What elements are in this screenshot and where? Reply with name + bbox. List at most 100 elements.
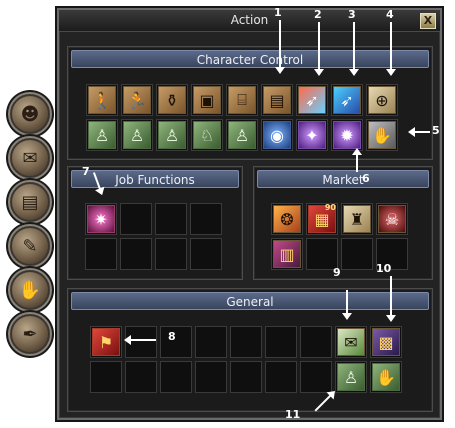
- arrow-8: [124, 335, 156, 345]
- skills-tab-icon: ▤: [21, 191, 39, 213]
- job-slot-5[interactable]: [85, 238, 117, 270]
- purple-gem-slot[interactable]: ✦: [296, 119, 328, 151]
- chest-slot[interactable]: ▣: [191, 84, 223, 116]
- general-slot-9[interactable]: ▩: [370, 326, 402, 358]
- map-scroll-slot[interactable]: ▤: [261, 84, 293, 116]
- character-control-panel: Character Control 🚶 🏃 ⚱ ▣ ⌸ ▤ ➶ ➶ ⊕ ♙ ♙ …: [67, 46, 433, 160]
- job-slot-8[interactable]: [190, 238, 222, 270]
- market-slot-5[interactable]: ▥: [271, 238, 303, 270]
- arrow-10: [386, 276, 396, 322]
- market-slot-2[interactable]: ▦ 90: [306, 203, 338, 235]
- stance-icon: ♙: [88, 121, 116, 149]
- inventory-tab[interactable]: ✉: [10, 138, 50, 178]
- window-title: Action: [230, 13, 269, 27]
- job-slot-4[interactable]: [190, 203, 222, 235]
- job-slot-7[interactable]: [155, 238, 187, 270]
- annotation-6: 6: [362, 172, 370, 185]
- market-header: Market: [257, 170, 429, 188]
- title-bar[interactable]: Action X: [59, 10, 440, 32]
- social-tab[interactable]: ✋: [10, 270, 50, 310]
- job-slot-2[interactable]: [120, 203, 152, 235]
- general-slot-15[interactable]: [265, 361, 297, 393]
- receipt-badge: 90: [324, 203, 336, 212]
- general-slot-12[interactable]: [160, 361, 192, 393]
- walk-slot[interactable]: 🚶: [86, 84, 118, 116]
- sit-icon: ⚱: [158, 86, 186, 114]
- map-tab[interactable]: ✒: [10, 314, 50, 354]
- run-slot[interactable]: 🏃: [121, 84, 153, 116]
- market-slot-4[interactable]: ☠: [376, 203, 408, 235]
- general-slot-10[interactable]: [90, 361, 122, 393]
- general-slot-6[interactable]: [265, 326, 297, 358]
- general-slot-14[interactable]: [230, 361, 262, 393]
- green-scroll-icon: ✉: [337, 328, 365, 356]
- market-title: Market: [322, 173, 364, 187]
- blue-feather-slot[interactable]: ➶: [331, 84, 363, 116]
- fence-slot[interactable]: ⌸: [226, 84, 258, 116]
- general-slot-1[interactable]: ⚑: [90, 326, 122, 358]
- red-feather-icon: ➶: [298, 86, 326, 114]
- arrow-6: [352, 148, 362, 172]
- arrow-3: [349, 22, 359, 76]
- general-slot-7[interactable]: [300, 326, 332, 358]
- arrow-2: [314, 22, 324, 76]
- general-slot-18[interactable]: ✋: [370, 361, 402, 393]
- green-strike-slot[interactable]: ♘: [191, 119, 223, 151]
- red-feather-slot[interactable]: ➶: [296, 84, 328, 116]
- job-slot-3[interactable]: [155, 203, 187, 235]
- paper-scroll-slot[interactable]: ⊕: [366, 84, 398, 116]
- general-panel: General ⚑ ✉ ▩ ♙ ✋: [67, 288, 433, 412]
- action-window: Action X Character Control 🚶 🏃 ⚱ ▣ ⌸ ▤ ➶…: [57, 8, 442, 420]
- green-flex-slot[interactable]: ♙: [156, 119, 188, 151]
- general-slot-3[interactable]: [160, 326, 192, 358]
- quest-tab[interactable]: ✎: [10, 226, 50, 266]
- general-slot-11[interactable]: [125, 361, 157, 393]
- skills-tab[interactable]: ▤: [10, 182, 50, 222]
- red-banner-icon: ⚑: [92, 328, 120, 356]
- sit-slot[interactable]: ⚱: [156, 84, 188, 116]
- run-icon: 🏃: [123, 86, 151, 114]
- annotation-8: 8: [168, 330, 176, 343]
- green-figure-icon-2: ✋: [372, 363, 400, 391]
- annotation-10: 10: [376, 262, 392, 275]
- close-button[interactable]: X: [420, 13, 436, 29]
- green-pose-slot[interactable]: ♙: [121, 119, 153, 151]
- violet-gem-slot[interactable]: ✹: [331, 119, 363, 151]
- general-slot-8[interactable]: ✉: [335, 326, 367, 358]
- quest-tab-icon: ✎: [22, 235, 38, 257]
- annotation-1: 1: [274, 6, 282, 19]
- character-control-grid: 🚶 🏃 ⚱ ▣ ⌸ ▤ ➶ ➶ ⊕ ♙ ♙ ♙ ♘ ♙ ◉ ✦ ✹ ✋: [86, 84, 399, 152]
- map-tab-icon: ✒: [22, 323, 38, 345]
- arrow-4: [386, 22, 396, 76]
- job-slot-6[interactable]: [120, 238, 152, 270]
- green-figure-icon-1: ♙: [337, 363, 365, 391]
- general-slot-5[interactable]: [230, 326, 262, 358]
- purple-gem-icon: ✦: [298, 121, 326, 149]
- market-slot-7[interactable]: [341, 238, 373, 270]
- chest-icon: ▣: [193, 86, 221, 114]
- orange-token-icon: ❂: [273, 205, 301, 233]
- bag-icon: ♜: [343, 205, 371, 233]
- job-slot-1[interactable]: ✷: [85, 203, 117, 235]
- job-functions-grid: ✷: [85, 203, 223, 271]
- ghost-hand-slot[interactable]: ✋: [366, 119, 398, 151]
- blue-orb-slot[interactable]: ◉: [261, 119, 293, 151]
- green-stance-slot[interactable]: ♙: [86, 119, 118, 151]
- green-guard-slot[interactable]: ♙: [226, 119, 258, 151]
- fence-icon: ⌸: [228, 86, 256, 114]
- walk-icon: 🚶: [88, 86, 116, 114]
- general-slot-16[interactable]: [300, 361, 332, 393]
- annotation-3: 3: [348, 8, 356, 21]
- general-slot-13[interactable]: [195, 361, 227, 393]
- blue-orb-icon: ◉: [263, 121, 291, 149]
- general-slot-17[interactable]: ♙: [335, 361, 367, 393]
- character-tab[interactable]: ☻: [10, 94, 50, 134]
- market-slot-3[interactable]: ♜: [341, 203, 373, 235]
- general-title: General: [226, 295, 274, 309]
- market-slot-1[interactable]: ❂: [271, 203, 303, 235]
- social-tab-icon: ✋: [18, 279, 42, 301]
- annotation-4: 4: [386, 8, 394, 21]
- purple-box-icon: ▩: [372, 328, 400, 356]
- pose-icon: ♙: [123, 121, 151, 149]
- general-slot-4[interactable]: [195, 326, 227, 358]
